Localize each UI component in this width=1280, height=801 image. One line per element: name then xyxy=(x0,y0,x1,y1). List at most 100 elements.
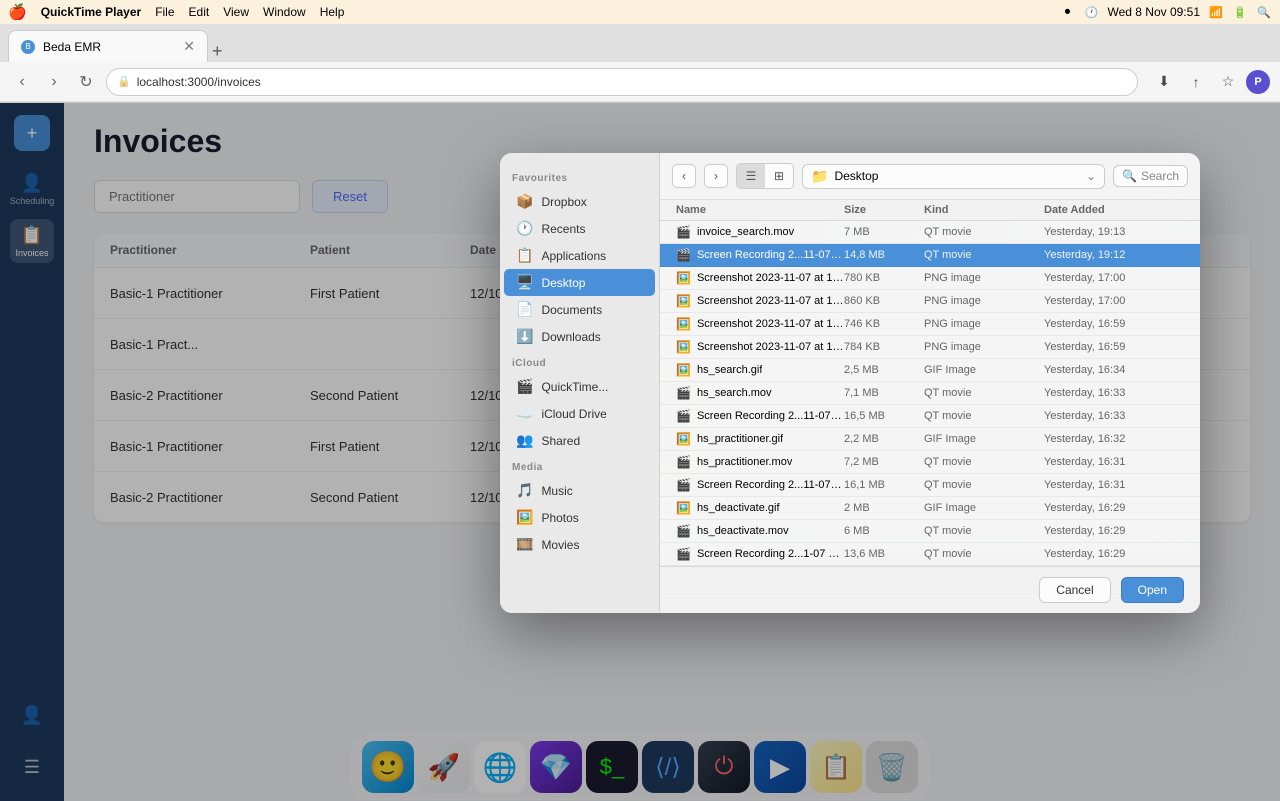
sidebar-item-shared[interactable]: 👥 Shared xyxy=(504,427,655,454)
recents-icon: 🕐 xyxy=(516,220,533,237)
picker-cancel-button[interactable]: Cancel xyxy=(1039,577,1110,603)
search-placeholder: Search xyxy=(1141,169,1179,183)
file-icon: 🎬 xyxy=(676,478,691,492)
favourites-label: Favourites xyxy=(500,165,659,188)
list-item[interactable]: 🖼️hs_search.gif 2,5 MB GIF Image Yesterd… xyxy=(660,359,1200,382)
list-item[interactable]: 🎬Screen Recording 2...1-07 at 16.28.46.m… xyxy=(660,543,1200,566)
active-tab[interactable]: B Beda EMR ✕ xyxy=(8,30,208,62)
lock-icon: 🔒 xyxy=(117,75,131,88)
list-item[interactable]: 🖼️Screenshot 2023-11-07 at 17.00.28 780 … xyxy=(660,267,1200,290)
sidebar-item-dropbox[interactable]: 📦 Dropbox xyxy=(504,188,655,215)
file-list: 🎬invoice_search.mov 7 MB QT movie Yester… xyxy=(660,221,1200,566)
wifi-icon[interactable]: 📶 xyxy=(1208,4,1224,20)
sidebar-item-quicktime[interactable]: 🎬 QuickTime... xyxy=(504,373,655,400)
file-icon: 🖼️ xyxy=(676,340,691,354)
sidebar-item-desktop[interactable]: 🖥️ Desktop xyxy=(504,269,655,296)
tab-close-button[interactable]: ✕ xyxy=(183,38,195,55)
list-item[interactable]: 🖼️Screenshot 2023-11-07 at 16.59.28 784 … xyxy=(660,336,1200,359)
file-icon: 🖼️ xyxy=(676,294,691,308)
download-icon[interactable]: ⬇ xyxy=(1150,68,1178,96)
file-icon: 🎬 xyxy=(676,248,691,262)
media-label: Media xyxy=(500,454,659,477)
picker-footer: Cancel Open xyxy=(660,566,1200,613)
picker-search[interactable]: 🔍 Search xyxy=(1113,165,1188,187)
app-name-menu[interactable]: QuickTime Player xyxy=(41,5,142,19)
list-item[interactable]: 🎬hs_practitioner.mov 7,2 MB QT movie Yes… xyxy=(660,451,1200,474)
file-list-header: Name Size Kind Date Added xyxy=(660,200,1200,221)
list-view-button[interactable]: ☰ xyxy=(737,164,765,188)
list-item[interactable]: 🖼️hs_practitioner.gif 2,2 MB GIF Image Y… xyxy=(660,428,1200,451)
list-item[interactable]: 🖼️Screenshot 2023-11-07 at 17.00.09 860 … xyxy=(660,290,1200,313)
file-icon: 🎬 xyxy=(676,225,691,239)
profile-icon[interactable]: P xyxy=(1246,70,1270,94)
tab-bar: B Beda EMR ✕ + xyxy=(0,24,1280,62)
window-menu[interactable]: Window xyxy=(263,5,306,19)
list-item[interactable]: 🖼️hs_deactivate.gif 2 MB GIF Image Yeste… xyxy=(660,497,1200,520)
file-icon: 🎬 xyxy=(676,386,691,400)
file-icon: 🖼️ xyxy=(676,501,691,515)
picker-open-button[interactable]: Open xyxy=(1121,577,1184,603)
movies-icon: 🎞️ xyxy=(516,536,533,553)
apple-menu[interactable]: 🍎 xyxy=(8,3,27,21)
list-item[interactable]: 🎬invoice_search.mov 7 MB QT movie Yester… xyxy=(660,221,1200,244)
address-bar-row: ‹ › ↻ 🔒 localhost:3000/invoices ⬇ ↑ ☆ P xyxy=(0,62,1280,102)
col-kind: Kind xyxy=(924,204,1044,216)
desktop-icon: 🖥️ xyxy=(516,274,533,291)
view-menu[interactable]: View xyxy=(223,5,249,19)
music-icon: 🎵 xyxy=(516,482,533,499)
shared-icon: 👥 xyxy=(516,432,533,449)
back-button[interactable]: ‹ xyxy=(10,70,34,94)
tab-title: Beda EMR xyxy=(43,40,175,54)
picker-sidebar: Favourites 📦 Dropbox 🕐 Recents 📋 Applica… xyxy=(500,153,660,613)
picker-forward-button[interactable]: › xyxy=(704,164,728,188)
bookmark-icon[interactable]: ☆ xyxy=(1214,68,1242,96)
new-tab-button[interactable]: + xyxy=(212,41,223,62)
file-icon: 🎬 xyxy=(676,524,691,538)
documents-icon: 📄 xyxy=(516,301,533,318)
sidebar-item-recents[interactable]: 🕐 Recents xyxy=(504,215,655,242)
list-item[interactable]: 🖼️Screenshot 2023-11-07 at 16.59.50 746 … xyxy=(660,313,1200,336)
col-size: Size xyxy=(844,204,924,216)
picker-location[interactable]: 📁 Desktop ⌄ xyxy=(802,164,1105,189)
file-menu[interactable]: File xyxy=(155,5,174,19)
list-item[interactable]: 🎬Screen Recording 2...11-07 at 16.31.14.… xyxy=(660,474,1200,497)
list-item[interactable]: 🎬Screen Recording 2...11-07 at 16.33.18.… xyxy=(660,405,1200,428)
file-icon: 🖼️ xyxy=(676,271,691,285)
sidebar-item-applications[interactable]: 📋 Applications xyxy=(504,242,655,269)
menubar: 🍎 QuickTime Player File Edit View Window… xyxy=(0,0,1280,24)
downloads-icon: ⬇️ xyxy=(516,328,533,345)
grid-view-button[interactable]: ⊞ xyxy=(765,164,793,188)
toolbar-icons: ⬇ ↑ ☆ P xyxy=(1150,68,1270,96)
picker-back-button[interactable]: ‹ xyxy=(672,164,696,188)
quicktime-folder-icon: 🎬 xyxy=(516,378,533,395)
dropbox-icon: 📦 xyxy=(516,193,533,210)
applications-icon: 📋 xyxy=(516,247,533,264)
app-container: + 👤 Scheduling 📋 Invoices 👤 ☰ Invoices R… xyxy=(0,103,1280,801)
share-icon[interactable]: ↑ xyxy=(1182,68,1210,96)
file-icon: 🎬 xyxy=(676,455,691,469)
file-picker-dialog: Favourites 📦 Dropbox 🕐 Recents 📋 Applica… xyxy=(500,153,1200,613)
location-chevron: ⌄ xyxy=(1086,169,1096,183)
help-menu[interactable]: Help xyxy=(320,5,345,19)
icloud-label: iCloud xyxy=(500,350,659,373)
edit-menu[interactable]: Edit xyxy=(189,5,210,19)
picker-main: ‹ › ☰ ⊞ 📁 Desktop ⌄ 🔍 Search Name S xyxy=(660,153,1200,613)
sidebar-item-music[interactable]: 🎵 Music xyxy=(504,477,655,504)
list-item[interactable]: 🎬Screen Recording 2...11-07 at 19.12.32.… xyxy=(660,244,1200,267)
search-icon: 🔍 xyxy=(1122,169,1137,183)
reload-button[interactable]: ↻ xyxy=(74,70,98,94)
address-bar[interactable]: 🔒 localhost:3000/invoices xyxy=(106,68,1138,96)
folder-icon: 📁 xyxy=(811,168,828,185)
search-icon[interactable]: 🔍 xyxy=(1256,4,1272,20)
picker-toolbar: ‹ › ☰ ⊞ 📁 Desktop ⌄ 🔍 Search xyxy=(660,153,1200,200)
sidebar-item-photos[interactable]: 🖼️ Photos xyxy=(504,504,655,531)
sidebar-item-icloud-drive[interactable]: ☁️ iCloud Drive xyxy=(504,400,655,427)
list-item[interactable]: 🎬hs_search.mov 7,1 MB QT movie Yesterday… xyxy=(660,382,1200,405)
sidebar-item-documents[interactable]: 📄 Documents xyxy=(504,296,655,323)
forward-button[interactable]: › xyxy=(42,70,66,94)
list-item[interactable]: 🎬hs_deactivate.mov 6 MB QT movie Yesterd… xyxy=(660,520,1200,543)
address-text: localhost:3000/invoices xyxy=(137,75,1127,89)
tab-favicon: B xyxy=(21,40,35,54)
sidebar-item-downloads[interactable]: ⬇️ Downloads xyxy=(504,323,655,350)
sidebar-item-movies[interactable]: 🎞️ Movies xyxy=(504,531,655,558)
